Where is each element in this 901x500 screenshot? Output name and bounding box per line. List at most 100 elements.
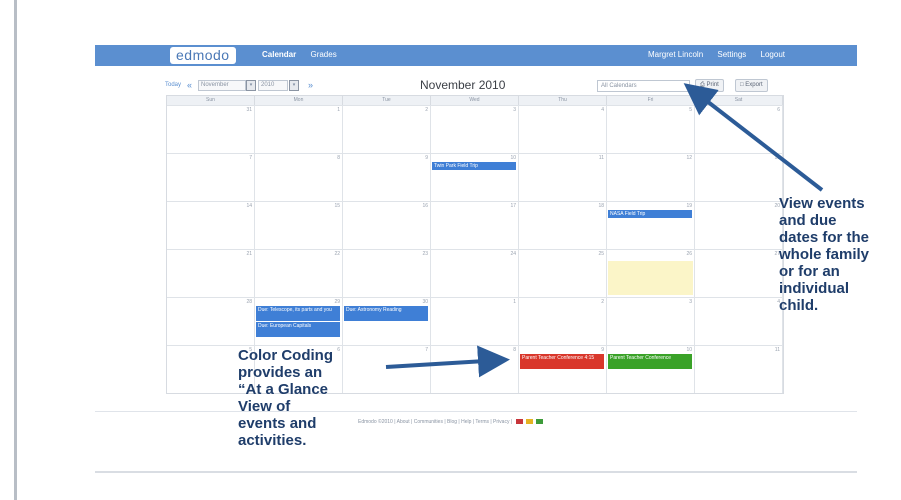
- day-cell[interactable]: 6: [695, 105, 783, 153]
- day-number: 2: [425, 107, 428, 113]
- day-cell[interactable]: 1: [255, 105, 343, 153]
- day-number: 15: [334, 203, 340, 209]
- footer-text[interactable]: Edmodo ©2010 | About | Communities | Blo…: [358, 419, 512, 425]
- nav-calendar[interactable]: Calendar: [262, 50, 296, 59]
- day-cell[interactable]: 3: [431, 105, 519, 153]
- day-cell[interactable]: 1: [431, 297, 519, 345]
- day-cell[interactable]: 21: [167, 249, 255, 297]
- day-number: 3: [689, 299, 692, 305]
- day-cell[interactable]: 2: [343, 105, 431, 153]
- weekday-header: Sun: [167, 96, 255, 105]
- day-number: 11: [774, 347, 780, 353]
- print-label: Print: [706, 82, 719, 88]
- day-cell[interactable]: 3: [607, 297, 695, 345]
- day-cell[interactable]: 9: [343, 153, 431, 201]
- day-cell[interactable]: 2: [519, 297, 607, 345]
- day-cell[interactable]: 8: [431, 345, 519, 393]
- day-number: 23: [422, 251, 428, 257]
- day-cell[interactable]: 14: [167, 201, 255, 249]
- flag-es-icon[interactable]: [525, 419, 533, 425]
- day-cell[interactable]: 4: [695, 297, 783, 345]
- print-button[interactable]: ⎙ Print: [695, 79, 724, 92]
- calendar-filter-select[interactable]: All Calendars: [597, 80, 690, 92]
- top-navigation-bar: edmodo Calendar Grades Margret Lincoln S…: [95, 45, 857, 66]
- day-number: 5: [689, 107, 692, 113]
- day-number: 30: [422, 299, 428, 305]
- month-dropdown-arrow-icon[interactable]: ▾: [246, 80, 256, 91]
- day-number: 2: [601, 299, 604, 305]
- day-number: 31: [246, 107, 252, 113]
- annotation-color-coding: Color Coding provides an “At a Glance Vi…: [238, 347, 333, 449]
- day-cell[interactable]: 24: [431, 249, 519, 297]
- day-number: 6: [777, 107, 780, 113]
- day-number: 6: [337, 347, 340, 353]
- nav-settings[interactable]: Settings: [717, 50, 746, 59]
- calendar-event[interactable]: NASA Field Trip: [608, 210, 692, 218]
- next-month-button[interactable]: »: [308, 80, 313, 90]
- day-number: 9: [425, 155, 428, 161]
- day-cell[interactable]: 7: [167, 153, 255, 201]
- calendar-event[interactable]: Twin Park Field Trip: [432, 162, 516, 170]
- day-number: 7: [249, 155, 252, 161]
- day-cell[interactable]: 17: [431, 201, 519, 249]
- day-cell[interactable]: 7: [343, 345, 431, 393]
- day-cell[interactable]: 28: [167, 297, 255, 345]
- calendar-event[interactable]: Due: Astronomy Reading: [344, 306, 428, 321]
- weekday-header: Wed: [431, 96, 519, 105]
- day-cell[interactable]: 15: [255, 201, 343, 249]
- calendar-event[interactable]: Due: Telescope, its parts and you: [256, 306, 340, 321]
- day-number: 29: [334, 299, 340, 305]
- calendar-event[interactable]: Due: European Capitals: [256, 322, 340, 337]
- weekday-header: Fri: [607, 96, 695, 105]
- day-cell[interactable]: 8: [255, 153, 343, 201]
- day-cell[interactable]: 31: [167, 105, 255, 153]
- day-cell[interactable]: 10: [431, 153, 519, 201]
- day-number: 11: [598, 155, 604, 161]
- calendar-event[interactable]: Parent Teacher Conference: [608, 354, 692, 369]
- day-cell[interactable]: 20: [695, 201, 783, 249]
- month-select[interactable]: November: [198, 80, 246, 91]
- export-button[interactable]: □ Export: [735, 79, 768, 92]
- year-dropdown-arrow-icon[interactable]: ▾: [289, 80, 299, 91]
- day-cell[interactable]: 10: [607, 345, 695, 393]
- day-number: 3: [513, 107, 516, 113]
- export-icon: □: [740, 82, 744, 88]
- weekday-header: Tue: [343, 96, 431, 105]
- day-cell[interactable]: 11: [695, 345, 783, 393]
- edmodo-logo[interactable]: edmodo: [170, 47, 236, 64]
- user-nav: Margret Lincoln Settings Logout: [636, 50, 785, 59]
- day-number: 10: [686, 347, 692, 353]
- year-select[interactable]: 2010: [258, 80, 288, 91]
- day-cell[interactable]: 18: [519, 201, 607, 249]
- calendar-event[interactable]: Parent Teacher Conference 4:15: [520, 354, 604, 369]
- day-number: 1: [513, 299, 516, 305]
- annotation-family-view: View events and due dates for the whole …: [779, 195, 870, 314]
- day-number: 8: [337, 155, 340, 161]
- highlighted-day[interactable]: [608, 261, 693, 295]
- day-cell[interactable]: 12: [607, 153, 695, 201]
- today-link[interactable]: Today: [165, 82, 181, 88]
- nav-grades[interactable]: Grades: [310, 50, 336, 59]
- nav-logout[interactable]: Logout: [761, 50, 785, 59]
- nav-user-name[interactable]: Margret Lincoln: [648, 50, 703, 59]
- day-cell[interactable]: 11: [519, 153, 607, 201]
- flag-us-icon[interactable]: [515, 419, 523, 425]
- day-number: 22: [334, 251, 340, 257]
- day-cell[interactable]: 16: [343, 201, 431, 249]
- day-cell[interactable]: 4: [519, 105, 607, 153]
- prev-month-button[interactable]: «: [187, 80, 192, 90]
- day-cell[interactable]: 9: [519, 345, 607, 393]
- day-number: 8: [513, 347, 516, 353]
- footer-links: Edmodo ©2010 | About | Communities | Blo…: [358, 419, 544, 425]
- day-cell[interactable]: 22: [255, 249, 343, 297]
- day-cell[interactable]: 25: [519, 249, 607, 297]
- day-cell[interactable]: 29: [255, 297, 343, 345]
- day-cell[interactable]: 13: [695, 153, 783, 201]
- weekday-header: Sat: [695, 96, 783, 105]
- day-cell[interactable]: 27: [695, 249, 783, 297]
- day-cell[interactable]: 23: [343, 249, 431, 297]
- day-cell[interactable]: 19: [607, 201, 695, 249]
- day-cell[interactable]: 30: [343, 297, 431, 345]
- day-cell[interactable]: 5: [607, 105, 695, 153]
- flag-br-icon[interactable]: [536, 419, 544, 425]
